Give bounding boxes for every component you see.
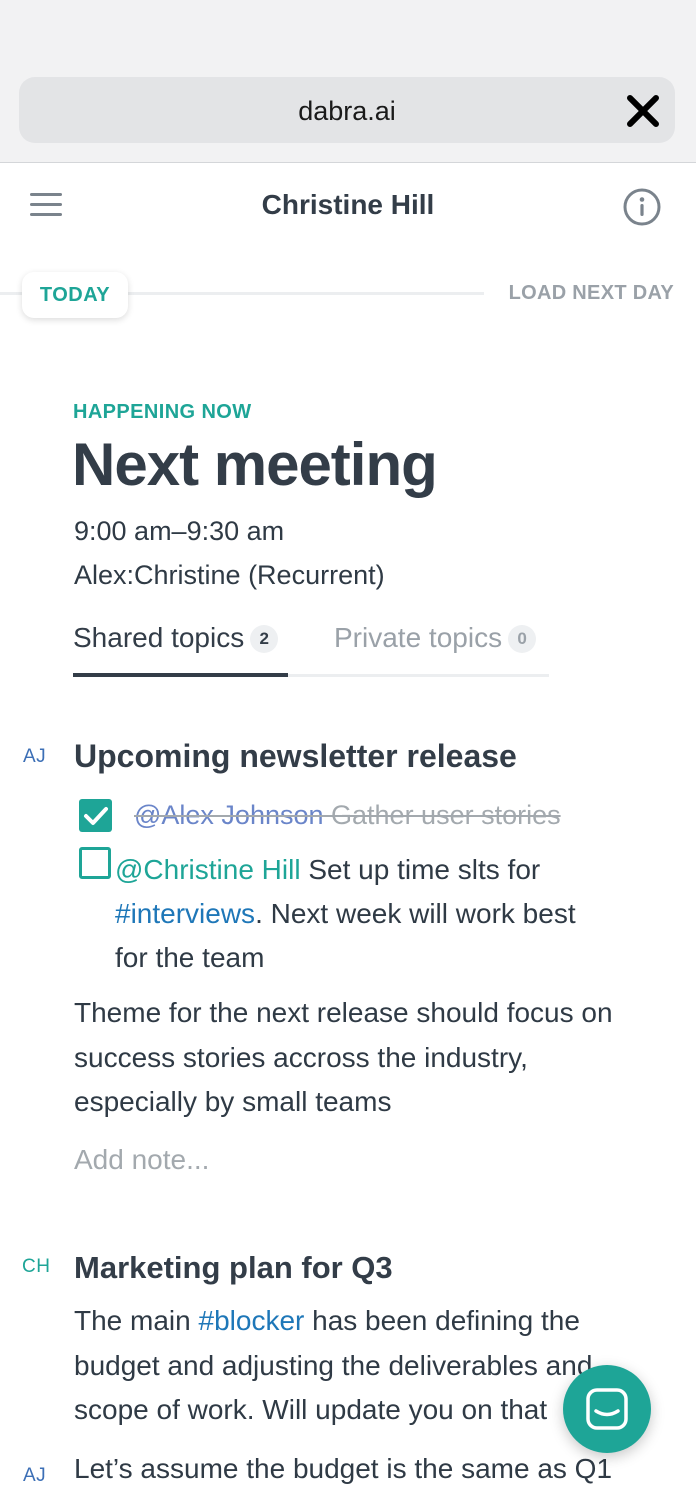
chat-icon — [586, 1388, 628, 1430]
tab-shared-topics[interactable]: Shared topics 2 — [73, 622, 279, 654]
info-icon[interactable] — [622, 187, 662, 227]
note-text: The main — [74, 1305, 199, 1336]
meeting-name: Alex:Christine (Recurrent) — [74, 560, 385, 590]
active-tab-indicator — [73, 673, 288, 677]
count-badge: 2 — [250, 625, 279, 653]
mention[interactable]: @Christine Hill — [115, 854, 301, 885]
load-next-day-button[interactable]: LOAD NEXT DAY — [509, 282, 674, 305]
day-navigation: TODAY LOAD NEXT DAY — [0, 268, 696, 320]
action-text: Set up time slts for — [300, 854, 541, 885]
checkmark-icon — [84, 807, 108, 825]
meeting-time: 9:00 am–9:30 am — [74, 516, 285, 546]
hashtag-link[interactable]: #blocker — [199, 1305, 305, 1336]
tab-label: Private topics — [334, 622, 503, 653]
tab-label: Shared topics — [73, 622, 245, 653]
action-item-open[interactable]: @Christine Hill Set up time slts for #in… — [115, 848, 585, 980]
topic-title[interactable]: Marketing plan for Q3 — [74, 1250, 393, 1286]
topic-tabs: Shared topics 2 Private topics 0 — [73, 622, 549, 680]
author-initials: CH — [22, 1256, 51, 1277]
page-title: Christine Hill — [261, 189, 435, 220]
url-text: dabra.ai — [298, 96, 396, 126]
author-initials: AJ — [23, 746, 47, 767]
close-icon[interactable] — [625, 93, 661, 129]
today-button[interactable]: TODAY — [22, 272, 128, 318]
count-badge: 0 — [508, 625, 537, 653]
meeting-title: Next meeting — [72, 431, 438, 498]
author-initials: AJ — [23, 1465, 47, 1486]
topic-title[interactable]: Upcoming newsletter release — [74, 738, 517, 775]
checkbox-unchecked[interactable] — [79, 847, 111, 879]
browser-chrome: dabra.ai — [0, 0, 696, 163]
topic-note: Theme for the next release should focus … — [74, 997, 613, 1117]
hashtag-link[interactable]: #interviews — [115, 898, 255, 929]
mention[interactable]: @Alex Johnson — [134, 800, 324, 830]
chat-button[interactable] — [563, 1365, 651, 1453]
reply-text: Let’s assume the budget is the same as Q… — [74, 1453, 613, 1484]
action-text: Gather user stories — [323, 800, 561, 830]
app-header: Christine Hill — [0, 163, 696, 253]
checkbox-checked[interactable] — [79, 799, 112, 832]
add-note-input[interactable]: Add note... — [74, 1144, 209, 1176]
topic-note: The main #blocker has been defining the … — [74, 1299, 614, 1433]
action-item-done[interactable]: @Alex Johnson Gather user stories — [134, 800, 561, 831]
tab-private-topics[interactable]: Private topics 0 — [334, 622, 537, 654]
url-bar[interactable]: dabra.ai — [19, 77, 675, 143]
meeting-status: HAPPENING NOW — [73, 401, 252, 423]
